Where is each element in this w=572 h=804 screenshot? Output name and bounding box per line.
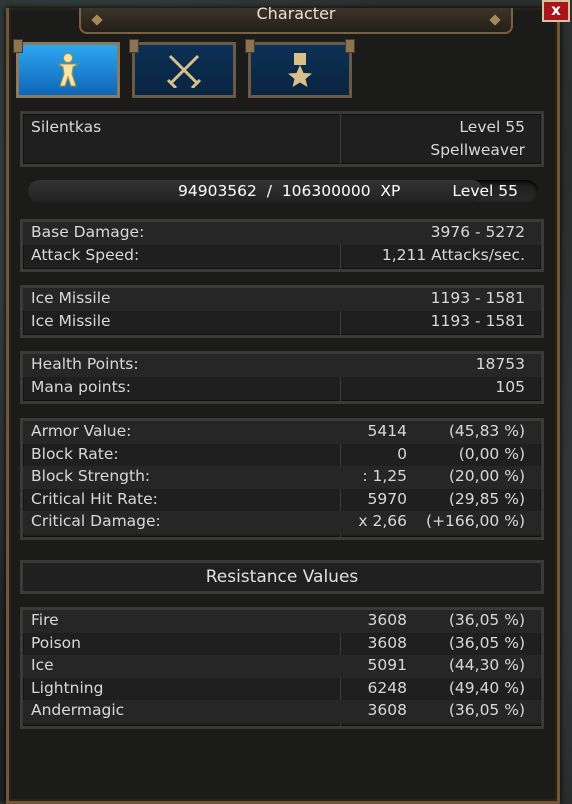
stat-row: Ice Missile 1193 - 1581 [23, 311, 541, 334]
resistance-label: Andermagic [31, 701, 125, 720]
resistance-row: Andermagic 3608 (36,05 %) [23, 700, 541, 723]
stat-label: Attack Speed: [31, 245, 140, 264]
character-class: Spellweaver [430, 141, 525, 159]
stat-value: 18753 [475, 355, 525, 373]
resistance-percent: (49,40 %) [448, 678, 525, 697]
stat-row: Critical Hit Rate: 5970 (29,85 %) [23, 489, 541, 512]
stat-value: 105 [495, 377, 525, 396]
stat-percent: (29,85 %) [448, 489, 525, 508]
stat-value: : 1,25 [362, 467, 407, 486]
stat-row: Ice Missile 1193 - 1581 [23, 288, 541, 311]
stat-label: Ice Missile [31, 311, 111, 330]
close-button[interactable]: x [542, 0, 570, 22]
resistance-percent: (36,05 %) [448, 701, 525, 720]
stat-row: Armor Value: 5414 (45,83 %) [23, 421, 541, 444]
stat-label: Critical Hit Rate: [31, 489, 158, 508]
skills-panel: Ice Missile 1193 - 1581 Ice Missile 1193… [20, 285, 544, 338]
star-medal-icon [288, 53, 312, 87]
tab-character[interactable] [13, 39, 120, 98]
stat-value: 0 [397, 444, 407, 463]
stat-row: Block Strength: : 1,25 (20,00 %) [23, 466, 541, 489]
defense-panel: Armor Value: 5414 (45,83 %) Block Rate: … [20, 418, 544, 540]
stat-row: Block Rate: 0 (0,00 %) [23, 444, 541, 467]
tab-stud [13, 39, 23, 53]
stat-row: Health Points: 18753 [23, 354, 541, 377]
xp-text: 94903562 / 106300000 XP [178, 182, 401, 200]
resistance-value: 3608 [367, 633, 407, 652]
resistance-percent: (44,30 %) [448, 656, 525, 675]
tab-achievements[interactable] [245, 39, 355, 98]
damage-panel: Base Damage: 3976 - 5272 Attack Speed: 1… [20, 219, 544, 272]
window-title: Character [256, 4, 336, 23]
stat-value: 1,211 Attacks/sec. [381, 245, 525, 264]
vitals-panel: Health Points: 18753 Mana points: 105 [20, 351, 544, 404]
resistance-label: Ice [31, 656, 54, 675]
stat-percent: (+166,00 %) [426, 512, 525, 531]
stat-percent: (20,00 %) [448, 467, 525, 486]
tab-stud [345, 39, 355, 53]
character-level: Level 55 [459, 118, 525, 136]
resistance-row: Fire 3608 (36,05 %) [23, 610, 541, 633]
resistance-row: Poison 3608 (36,05 %) [23, 633, 541, 656]
stat-percent: (0,00 %) [458, 444, 525, 463]
resistance-percent: (36,05 %) [448, 633, 525, 652]
title-bar[interactable]: Character [79, 4, 513, 34]
person-icon [56, 53, 80, 87]
resistance-value: 6248 [367, 678, 407, 697]
xp-level: Level 55 [452, 182, 518, 200]
name-row: Silentkas Level 55 [23, 114, 541, 140]
stat-label: Block Strength: [31, 467, 151, 486]
stat-label: Mana points: [31, 377, 131, 396]
stat-label: Base Damage: [31, 223, 145, 241]
resistance-row: Ice 5091 (44,30 %) [23, 655, 541, 678]
stat-value: 5414 [367, 422, 407, 440]
name-panel: Silentkas Level 55 Spellweaver [20, 111, 544, 167]
crossed-swords-icon [166, 54, 202, 88]
stat-row: Attack Speed: 1,211 Attacks/sec. [23, 245, 541, 268]
character-name: Silentkas [31, 118, 102, 136]
resistance-value: 3608 [367, 611, 407, 629]
stat-row: Mana points: 105 [23, 377, 541, 400]
tab-row [12, 39, 362, 102]
stat-value: 1193 - 1581 [430, 311, 525, 330]
stat-value: 3976 - 5272 [430, 223, 525, 241]
stat-label: Ice Missile [31, 289, 111, 307]
stat-value: x 2,66 [358, 512, 407, 531]
class-row: Spellweaver [23, 140, 541, 164]
stat-label: Armor Value: [31, 422, 132, 440]
resistance-row: Lightning 6248 (49,40 %) [23, 678, 541, 701]
resistance-value: 3608 [367, 701, 407, 720]
tab-stud [245, 39, 255, 53]
stat-label: Block Rate: [31, 444, 119, 463]
stat-row: Critical Damage: x 2,66 (+166,00 %) [23, 511, 541, 534]
resistance-header: Resistance Values [20, 560, 544, 594]
xp-bar: 94903562 / 106300000 XP Level 55 [28, 180, 538, 202]
stat-value: 5970 [367, 489, 407, 508]
stat-label: Health Points: [31, 355, 139, 373]
resistance-label: Fire [31, 611, 59, 629]
resistance-percent: (36,05 %) [448, 611, 525, 629]
stat-value: 1193 - 1581 [430, 289, 525, 307]
tab-stud [129, 39, 139, 53]
tab-combat[interactable] [129, 39, 236, 98]
resistance-value: 5091 [367, 656, 407, 675]
resistance-panel: Fire 3608 (36,05 %) Poison 3608 (36,05 %… [20, 607, 544, 729]
stat-percent: (45,83 %) [448, 422, 525, 440]
stat-label: Critical Damage: [31, 512, 161, 531]
stat-row: Base Damage: 3976 - 5272 [23, 222, 541, 245]
resistance-label: Lightning [31, 678, 104, 697]
resistance-label: Poison [31, 633, 81, 652]
